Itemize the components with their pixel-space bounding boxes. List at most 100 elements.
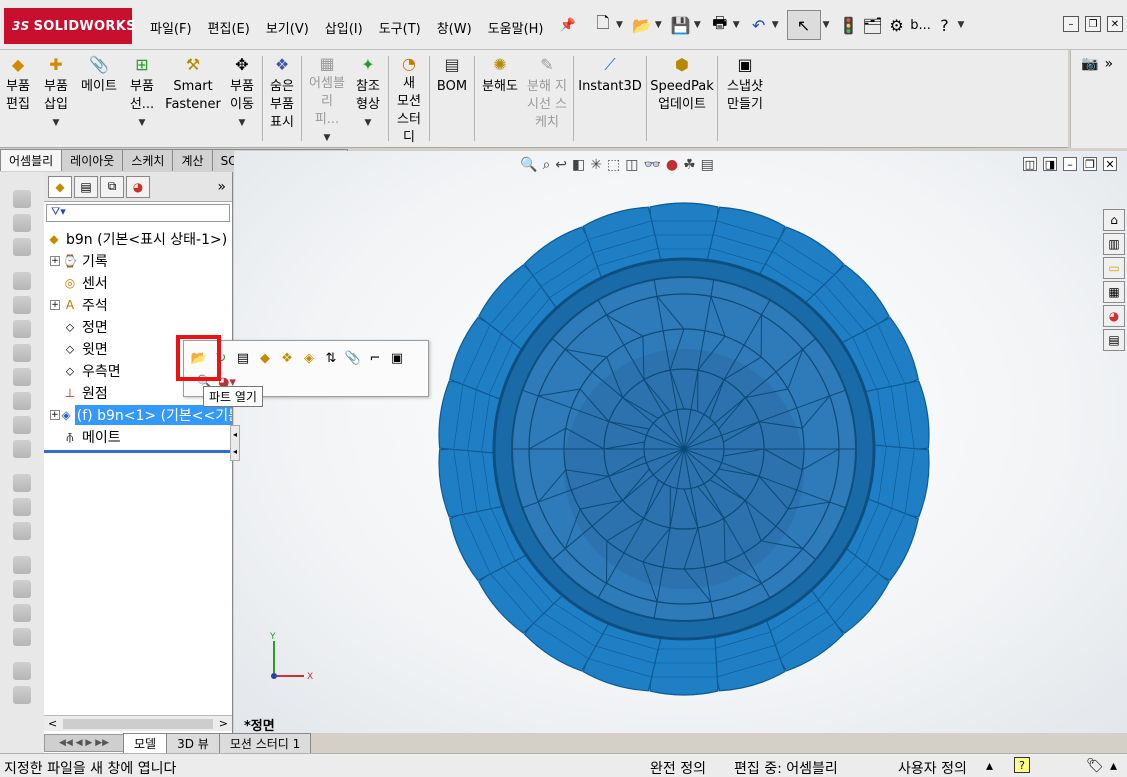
mate-button[interactable]: 📎 메이트 <box>76 50 122 147</box>
sphere-model[interactable] <box>434 199 934 699</box>
strip-tool-icon[interactable] <box>13 604 31 622</box>
print-icon[interactable]: 🖶 <box>709 10 731 40</box>
graphics-area[interactable]: 🔍 ⌕ ↩ ◧ ✳ ⬚ ◫ 👓 ● ☘ ▤ ◫ ◨ – ❐ ✕ ⌂ ▥ ▭ ▦ … <box>234 151 1127 733</box>
expand-toggle[interactable]: + <box>50 256 60 266</box>
appearances-icon[interactable]: ◕ <box>1103 305 1125 327</box>
smart-dimension-icon[interactable]: ⌐ <box>366 349 384 367</box>
solidworks-logo[interactable]: 3S SOLIDWORKS <box>4 8 135 44</box>
strip-tool-icon[interactable] <box>13 474 31 492</box>
strip-tool-icon[interactable] <box>13 628 31 646</box>
strip-tool-icon[interactable] <box>13 440 31 458</box>
print-dropdown-arrow[interactable]: ▼ <box>733 20 740 30</box>
open-folder-icon[interactable]: 📂 <box>631 10 653 40</box>
tab-layout[interactable]: 레이아웃 <box>61 149 124 171</box>
strip-tool-icon[interactable] <box>13 320 31 338</box>
panel-splitter[interactable]: ◂ ◂ <box>230 425 240 461</box>
menu-window[interactable]: 창(W) <box>429 14 480 41</box>
viewport-toggle-icon[interactable]: ◫ <box>1023 157 1037 171</box>
zoom-to-area-icon[interactable]: ⌕ <box>542 157 550 173</box>
display-style-icon[interactable]: ◫ <box>625 157 638 173</box>
strip-tool-icon[interactable] <box>13 344 31 362</box>
strip-tool-icon[interactable] <box>13 522 31 540</box>
viewport-close-icon[interactable]: ✕ <box>1103 157 1117 171</box>
tab-3d-views[interactable]: 3D 뷰 <box>166 732 220 754</box>
rebuild-traffic-light-icon[interactable]: 🚦 <box>838 10 860 40</box>
strip-tool-icon[interactable] <box>13 580 31 598</box>
explode-line-sketch-button[interactable]: ✎ 분해 지시선 스케치 <box>523 50 571 147</box>
expand-toggle[interactable]: + <box>50 300 60 310</box>
custom-properties-icon[interactable]: ▤ <box>1103 329 1125 351</box>
tab-evaluate[interactable]: 계산 <box>172 149 213 171</box>
component-preview-dropdown[interactable]: ▼ <box>139 114 146 132</box>
tree-item-history[interactable]: + ⌚ 기록 <box>44 250 232 272</box>
strip-tool-icon[interactable] <box>13 214 31 232</box>
edit-part-icon[interactable]: ◆ <box>256 349 274 367</box>
new-motion-study-button[interactable]: ◔ 새 모션 스터디 <box>391 50 427 147</box>
tree-horizontal-scrollbar[interactable]: < > <box>44 715 232 731</box>
tab-motion-study[interactable]: 모션 스터디 1 <box>218 732 312 754</box>
view-palette-icon[interactable]: ▦ <box>1103 281 1125 303</box>
tree-item-annotations[interactable]: + A 주석 <box>44 294 232 316</box>
undo-icon[interactable]: ↶ <box>748 10 770 40</box>
new-dropdown-arrow[interactable]: ▼ <box>616 20 623 30</box>
feature-manager-tab-icon[interactable]: ◆ <box>48 175 72 198</box>
file-explorer-icon[interactable]: ▭ <box>1103 257 1125 279</box>
instant3d-button[interactable]: ⟋ Instant3D <box>576 50 644 147</box>
tree-item-component-b9n[interactable]: + ◈ (f) b9n<1> (기본<<기본>_표시 상태 1>) <box>44 404 232 426</box>
make-virtual-icon[interactable]: ◈ <box>300 349 318 367</box>
show-hidden-components-button[interactable]: ❖ 숨은 부품 표시 <box>265 50 299 147</box>
select-dropdown-arrow[interactable]: ▼ <box>823 20 830 30</box>
menu-insert[interactable]: 삽입(I) <box>317 14 371 41</box>
tree-filter[interactable]: ⛛▾ <box>46 204 230 222</box>
component-preview-button[interactable]: ⊞ 부품 선... ▼ <box>122 50 162 147</box>
mate-icon[interactable]: 📎 <box>344 349 362 367</box>
strip-tool-icon[interactable] <box>13 238 31 256</box>
strip-tool-icon[interactable] <box>13 392 31 410</box>
viewport-minimize-icon[interactable]: – <box>1063 157 1077 171</box>
insert-component-button[interactable]: ✚ 부품 삽입 ▼ <box>36 50 76 147</box>
view-orientation-icon[interactable]: ⬚ <box>607 157 620 173</box>
tab-navigation-arrows[interactable]: ◀◀ ◀ ▶ ▶▶ <box>44 734 124 752</box>
tab-model[interactable]: 모델 <box>123 732 168 754</box>
speedpak-button[interactable]: ⬢ SpeedPak 업데이트 <box>649 50 715 147</box>
previous-view-icon[interactable]: ↩ <box>555 157 567 173</box>
rollback-bar[interactable] <box>44 450 230 453</box>
move-with-triad-icon[interactable]: ⇅ <box>322 349 340 367</box>
minimize-icon[interactable]: – <box>1063 16 1079 32</box>
save-dropdown-arrow[interactable]: ▼ <box>694 20 701 30</box>
exploded-view-button[interactable]: ✺ 분해도 <box>477 50 523 147</box>
tab-sketch[interactable]: 스케치 <box>122 149 174 171</box>
file-properties-icon[interactable]: 🗂 <box>862 10 884 40</box>
apply-scene-icon[interactable]: ☘ <box>683 157 696 173</box>
menu-view[interactable]: 보기(V) <box>258 14 317 41</box>
strip-tool-icon[interactable] <box>13 190 31 208</box>
help-icon[interactable]: ? <box>1014 757 1030 773</box>
expand-toggle[interactable]: + <box>50 410 60 420</box>
open-dropdown-arrow[interactable]: ▼ <box>655 20 662 30</box>
scroll-thumb[interactable] <box>63 718 213 729</box>
units-dropdown-arrow[interactable]: ▴ <box>986 758 993 774</box>
tree-item-sensors[interactable]: ◎ 센서 <box>44 272 232 294</box>
strip-tool-icon[interactable] <box>13 662 31 680</box>
strip-tool-icon[interactable] <box>13 416 31 434</box>
ribbon-overflow-icon[interactable]: » <box>1104 56 1113 142</box>
scroll-left-arrow[interactable]: < <box>48 717 57 730</box>
viewport-restore-icon[interactable]: ❐ <box>1083 157 1097 171</box>
collapse-arrow-icon[interactable]: ◂ <box>233 430 237 439</box>
strip-tool-icon[interactable] <box>13 556 31 574</box>
section-view-icon[interactable]: ◧ <box>572 157 585 173</box>
display-manager-tab-icon[interactable]: ◕ <box>126 175 150 198</box>
take-snapshot-button[interactable]: ▣ 스냅샷 만들기 <box>720 50 770 147</box>
pin-menu-icon[interactable]: 📌 <box>552 14 584 41</box>
status-dropdown-arrow[interactable]: ▴ <box>1110 758 1117 774</box>
save-icon[interactable]: 💾 <box>670 10 692 40</box>
edit-component-button[interactable]: ◆ 부품 편집 <box>0 50 36 147</box>
reference-geometry-button[interactable]: ✦ 참조 형상 ▼ <box>350 50 386 147</box>
tree-root-assembly[interactable]: ◆ b9n (기본<표시 상태-1>) <box>44 228 232 250</box>
menu-help[interactable]: 도움말(H) <box>480 14 552 41</box>
more-tabs-icon[interactable]: » <box>217 179 226 195</box>
tree-item-mates[interactable]: ⫚ 메이트 <box>44 426 232 448</box>
strip-tool-icon[interactable] <box>13 296 31 314</box>
solidworks-resources-icon[interactable]: ⌂ <box>1103 209 1125 231</box>
insert-component-dropdown[interactable]: ▼ <box>53 114 60 132</box>
